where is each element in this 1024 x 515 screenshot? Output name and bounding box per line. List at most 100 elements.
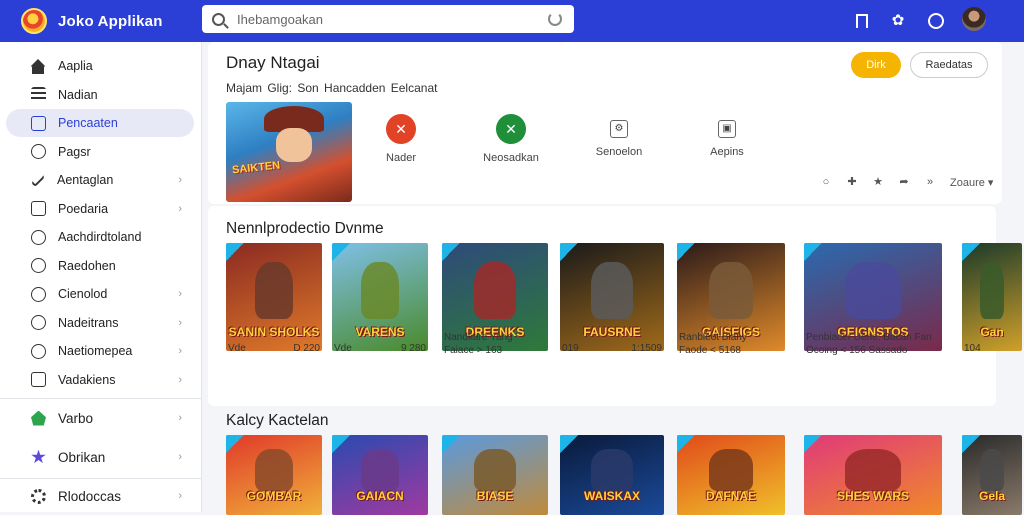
sidebar-item-7[interactable]: Raedohen (6, 252, 194, 280)
sidebar-item-8[interactable]: Cienolod › (6, 280, 194, 308)
corner-badge-icon (442, 435, 460, 453)
game-name: 104 (964, 343, 981, 354)
share-icon[interactable]: ➦ (898, 176, 910, 188)
game-tile-meta: Penbiacer Uene: Bacan Fan Ocoing < 156 Sa… (806, 332, 944, 356)
game-tile-title: Gela (978, 489, 1005, 503)
action-nader[interactable]: ✕ Nader (356, 114, 446, 164)
game-subinfo: Faiace > 163 (444, 345, 503, 356)
sidebar-item-9[interactable]: Nadeitrans › (6, 309, 194, 337)
notification-icon[interactable] (928, 13, 944, 29)
primary-button[interactable]: Dirk (851, 52, 901, 78)
game-tile-title: FAUSRNE (583, 325, 641, 339)
sidebar-item-label: Varbo (58, 410, 94, 426)
game-name: Penbiacer Uene: Bacan Fan (806, 332, 932, 343)
corner-badge-icon (962, 435, 980, 453)
featured-game-image[interactable]: SAIKTEN (226, 102, 352, 202)
square-icon (31, 115, 46, 131)
pin-icon[interactable]: ✚ (846, 176, 858, 188)
corner-badge-icon (332, 243, 350, 261)
green-cross-icon: ✕ (496, 114, 526, 144)
game-tile-title: GAIACN (356, 489, 404, 503)
pen-icon (30, 172, 46, 188)
game-character-art (473, 262, 517, 319)
action-label: Neosadkan (483, 152, 539, 164)
game-tile-meta: Vde D 220 (228, 343, 324, 354)
game-tile-title: SHES WARS (836, 489, 909, 503)
game-tile[interactable]: SHES WARS (804, 435, 942, 515)
search-box[interactable] (202, 5, 574, 33)
game-tile-title: BIASE (476, 489, 514, 503)
refresh-icon[interactable] (548, 12, 562, 26)
puzzle-icon[interactable]: ✿ (890, 13, 906, 29)
game-character-art (591, 449, 633, 491)
action-label: Senoelon (595, 146, 643, 158)
sidebar-item-label: Pencaaten (58, 116, 118, 130)
game-tile-meta: 019 1:1509 (562, 343, 666, 354)
sidebar-extra-item-1[interactable]: Obrikan › (6, 443, 194, 471)
game-tile[interactable]: GAIACN (332, 435, 428, 515)
game-tile[interactable]: DAFNAE (677, 435, 785, 515)
game-tile[interactable]: WAISKAX (560, 435, 664, 515)
game-character-art (709, 262, 753, 319)
zoom-dropdown[interactable]: Zoaure ▾ (950, 176, 993, 189)
game-subinfo: Ocoing < 156 Sassado (806, 345, 908, 356)
sidebar-extra-item-0[interactable]: Varbo › (6, 404, 194, 432)
featured-title: Dnay Ntagai (226, 53, 320, 72)
game-tile[interactable]: SANIN SHOLKS (226, 243, 322, 351)
app-logo-icon[interactable] (21, 8, 47, 34)
sidebar-item-label: Aentaglan (57, 173, 114, 187)
game-subinfo: Faode < 5168 (679, 345, 741, 356)
top-bar: Joko Applikan ✿ (0, 0, 1024, 42)
game-tile[interactable]: FAUSRNE (560, 243, 664, 351)
sidebar-item-3[interactable]: Pagsr (6, 138, 194, 166)
search-input[interactable] (237, 11, 527, 27)
section-title: Kalcy Kactelan (226, 412, 329, 429)
game-tile[interactable]: Gela (962, 435, 1022, 515)
action-neosadkan[interactable]: ✕ Neosadkan (466, 114, 556, 164)
game-tile-meta: Ranbleot Blany Faode < 5168 (679, 332, 787, 356)
star-icon (31, 449, 46, 464)
action-aepins[interactable]: ▣ Aepins (682, 114, 772, 158)
game-tile-title: GOMBAR (246, 489, 302, 503)
forward-icon[interactable]: » (924, 176, 936, 188)
sidebar-item-5[interactable]: Poedaria › (6, 195, 194, 223)
action-senoelon[interactable]: ⚙ Senoelon (574, 114, 664, 158)
list-icon (31, 87, 46, 102)
sidebar-item-1[interactable]: Nadian (6, 81, 194, 109)
bookmark-icon[interactable] (856, 14, 868, 28)
chevron-right-icon: › (178, 490, 182, 502)
search-icon[interactable] (212, 12, 225, 26)
sidebar-item-10[interactable]: Naetiomepea › (6, 337, 194, 365)
link-icon (31, 229, 46, 245)
gear-icon (31, 488, 46, 504)
chevron-right-icon: › (178, 412, 182, 424)
sidebar-item-0[interactable]: Aaplia (6, 52, 194, 80)
game-tile[interactable]: VARENS (332, 243, 428, 351)
sidebar-item-2[interactable]: Pencaaten (6, 109, 194, 137)
chevron-right-icon: › (178, 451, 182, 463)
game-tile[interactable]: GOMBAR (226, 435, 322, 515)
star-icon[interactable]: ★ (872, 176, 884, 188)
game-tile-title: SANIN SHOLKS (228, 325, 320, 339)
game-tile[interactable]: Gan (962, 243, 1022, 351)
sidebar-item-6[interactable]: Aachdirdtoland (6, 223, 194, 251)
sidebar-item-11[interactable]: Vadakiens › (6, 366, 194, 394)
secondary-button[interactable]: Raedatas (910, 52, 988, 78)
sidebar-item-label: Raedohen (58, 258, 116, 273)
sidebar-item-label: Nadian (58, 87, 98, 102)
sidebar-item-4[interactable]: Aentaglan › (6, 166, 194, 194)
sidebar-extra-item-2[interactable]: Rlodoccas › (6, 482, 194, 510)
game-name: Vde (334, 343, 352, 354)
chevron-right-icon: › (178, 345, 182, 357)
box-icon (31, 201, 46, 216)
game-tile-meta: 104 (964, 343, 1024, 354)
compass-icon (31, 315, 46, 330)
game-tile[interactable]: BIASE (442, 435, 548, 515)
sidebar-item-label: Poedaria (58, 201, 109, 216)
shield-icon (31, 343, 46, 359)
avatar[interactable] (962, 7, 986, 31)
corner-badge-icon (332, 435, 350, 453)
info-icon[interactable]: ○ (820, 176, 832, 188)
sidebar: Aaplia Nadian Pencaaten Pagsr Aentaglan › Poed… (0, 42, 202, 512)
game-character-art (360, 449, 400, 491)
